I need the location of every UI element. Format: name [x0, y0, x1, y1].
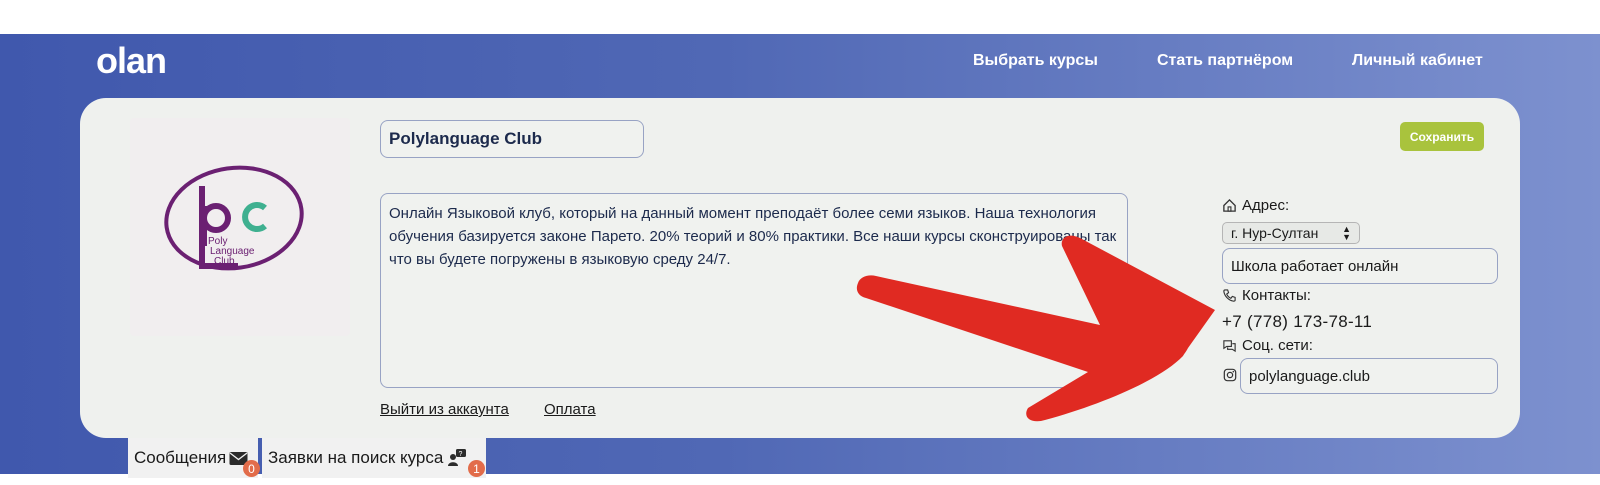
nav-become-partner[interactable]: Стать партнёром	[1157, 52, 1293, 70]
site-logo[interactable]: olan	[96, 40, 167, 82]
polylanguage-logo: Poly Language Club	[164, 165, 304, 271]
select-arrows-icon: ▲ ▼	[1342, 224, 1351, 242]
address-input[interactable]: Школа работает онлайн	[1222, 248, 1498, 284]
city-select[interactable]: г. Нур-Султан ▲ ▼	[1222, 222, 1360, 244]
tab-course-requests[interactable]: Заявки на поиск курса ? 1	[262, 438, 486, 478]
svg-text:?: ?	[459, 451, 463, 458]
messages-count-badge: 0	[243, 460, 260, 477]
nav-choose-courses[interactable]: Выбрать курсы	[973, 52, 1098, 70]
contacts-label-row: Контакты:	[1222, 287, 1311, 304]
school-description-textarea[interactable]: Онлайн Языковой клуб, который на данный …	[380, 193, 1128, 388]
home-icon	[1223, 198, 1236, 212]
requests-count-badge: 1	[468, 460, 485, 477]
city-select-value: г. Нур-Султан	[1231, 225, 1319, 241]
nav-personal-account[interactable]: Личный кабинет	[1352, 52, 1483, 70]
instagram-icon	[1223, 368, 1237, 382]
school-logo-image: Poly Language Club	[130, 118, 350, 336]
social-label: Соц. сети:	[1242, 337, 1313, 354]
contacts-label: Контакты:	[1242, 287, 1311, 304]
phone-icon	[1223, 289, 1236, 302]
phone-number: +7 (778) 173-78-11	[1222, 312, 1373, 331]
logo-text-club: Club	[214, 256, 235, 267]
person-question-icon: ?	[448, 449, 467, 466]
social-label-row: Соц. сети:	[1222, 337, 1313, 354]
tab-course-requests-label: Заявки на поиск курса	[268, 448, 444, 467]
address-label-row: Адрес:	[1222, 197, 1289, 214]
payment-link[interactable]: Оплата	[544, 401, 596, 418]
tab-messages[interactable]: Сообщения 0	[128, 438, 260, 478]
save-button[interactable]: Сохранить	[1400, 122, 1484, 151]
top-strip	[0, 0, 1600, 34]
chat-icon	[1223, 340, 1236, 353]
address-label: Адрес:	[1242, 197, 1290, 214]
school-name-input[interactable]: Polylanguage Club	[380, 120, 644, 158]
instagram-input[interactable]: polylanguage.club	[1240, 358, 1498, 394]
tab-messages-label: Сообщения	[134, 448, 227, 467]
logout-link[interactable]: Выйти из аккаунта	[380, 401, 509, 418]
